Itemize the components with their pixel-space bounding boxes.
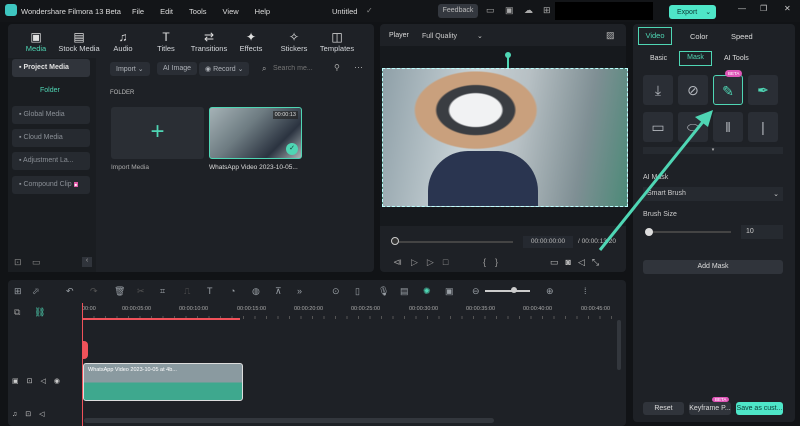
timeline-video-clip[interactable]: WhatsApp Video 2023-10-05 at 4b... xyxy=(83,363,243,401)
marker-icon[interactable]: ▯ xyxy=(355,286,360,297)
zoom-out-icon[interactable]: ⊖ xyxy=(472,286,480,297)
layout-switch-icon[interactable]: ⊞ xyxy=(14,286,22,297)
zoom-in-icon[interactable]: ⊕ xyxy=(546,286,554,297)
text-icon[interactable]: T xyxy=(207,286,213,296)
redo-icon[interactable]: ↷ xyxy=(90,286,98,297)
undo-icon[interactable]: ↶ xyxy=(66,286,74,297)
subtitle-icon[interactable]: ▣ xyxy=(445,286,454,297)
track-visibility-icon[interactable]: ◉ xyxy=(54,378,68,385)
speed-icon[interactable]: ◔ xyxy=(230,286,235,296)
arrow-head xyxy=(695,110,713,127)
track-height-icon[interactable]: ⁞ xyxy=(584,286,587,296)
ruler-label: 00:00 xyxy=(82,306,96,312)
ruler-label: 00:00:40:00 xyxy=(523,306,553,312)
zoom-slider-thumb[interactable] xyxy=(511,287,517,293)
ruler-label: 00:00:30:00 xyxy=(409,306,439,312)
ai-icon[interactable]: ✺ xyxy=(423,286,431,297)
stabilize-icon[interactable]: ⊼ xyxy=(275,286,282,297)
track-mute-icon[interactable]: ◁ xyxy=(41,378,54,385)
track-lock-icon[interactable]: ⊡ xyxy=(27,378,41,385)
cut-icon[interactable]: ✂ xyxy=(137,286,145,297)
timeline-horizontal-scrollbar[interactable] xyxy=(84,418,494,423)
link-icon[interactable]: ⛓ xyxy=(34,307,45,318)
audio-split-icon[interactable]: ⎍ xyxy=(184,286,190,297)
ruler-label: 00:00:35:00 xyxy=(466,306,496,312)
timeline-vertical-scrollbar[interactable] xyxy=(617,320,621,370)
color-icon[interactable]: ◍ xyxy=(252,286,260,297)
timeline-panel xyxy=(8,280,626,426)
audio-track-icon: ♫ xyxy=(12,411,26,418)
select-tool-icon[interactable]: ⬀ xyxy=(32,286,40,297)
delete-icon[interactable]: 🗑 xyxy=(114,286,125,297)
ruler-label: 00:00:25:00 xyxy=(351,306,381,312)
more-tools-icon[interactable]: » xyxy=(297,286,302,296)
video-track-icon: ▣ xyxy=(12,378,27,385)
audio-track-header: ♫⊡◁ xyxy=(12,410,53,418)
ruler-label: 00:00:15:00 xyxy=(237,306,267,312)
audio-mute-icon[interactable]: ◁ xyxy=(39,411,52,418)
ruler-label: 00:00:05:00 xyxy=(122,306,152,312)
rendered-range xyxy=(82,318,240,320)
add-track-icon[interactable]: ⧉ xyxy=(14,307,20,318)
ruler-label: 00:00:20:00 xyxy=(294,306,324,312)
audio-lock-icon[interactable]: ⊡ xyxy=(25,411,39,418)
arrow-line xyxy=(598,117,708,251)
render-icon[interactable]: ⊙ xyxy=(332,286,340,297)
ruler-label: 00:00:10:00 xyxy=(179,306,209,312)
microphone-icon[interactable]: 🎙 xyxy=(378,286,389,297)
time-ruler[interactable]: 00:00 00:00:05:00 00:00:10:00 00:00:15:0… xyxy=(82,303,622,320)
playhead-handle[interactable] xyxy=(82,341,88,359)
voiceover-icon[interactable]: ▤ xyxy=(400,286,409,297)
clip-label: WhatsApp Video 2023-10-05 at 4b... xyxy=(88,367,177,373)
ruler-label: 00:00:45:00 xyxy=(581,306,611,312)
crop-icon[interactable]: ⌗ xyxy=(160,286,165,297)
zoom-slider[interactable] xyxy=(485,290,530,292)
video-track-header: ▣⊡◁◉ xyxy=(12,377,68,385)
